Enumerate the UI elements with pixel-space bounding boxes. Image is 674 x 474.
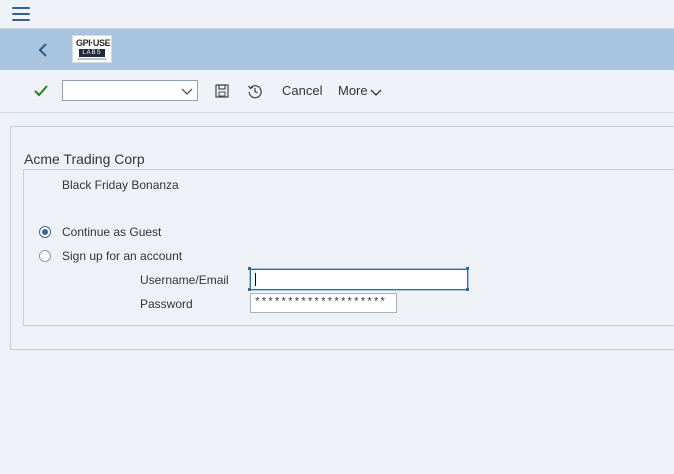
save-icon[interactable]: [215, 84, 229, 98]
company-logo: GPI·USE LABS: [72, 35, 112, 63]
menu-icon[interactable]: [12, 7, 30, 21]
logo-text: GPI·USE: [76, 38, 111, 48]
back-icon[interactable]: [34, 40, 54, 60]
radio-continue-guest[interactable]: [39, 226, 51, 238]
command-combo[interactable]: [62, 80, 198, 101]
password-label: Password: [140, 297, 193, 311]
chevron-down-icon: [181, 88, 193, 95]
check-icon[interactable]: [33, 84, 49, 98]
password-input[interactable]: ********************: [250, 293, 397, 313]
radio-continue-guest-label[interactable]: Continue as Guest: [62, 225, 161, 239]
history-icon[interactable]: [247, 83, 263, 99]
cancel-button[interactable]: Cancel: [282, 83, 322, 98]
app-toolbar: Cancel More: [0, 70, 674, 113]
company-title: Acme Trading Corp: [24, 151, 145, 167]
logo-subtext: LABS: [79, 49, 105, 57]
username-input[interactable]: [249, 268, 469, 291]
chevron-down-icon: [370, 89, 382, 96]
shell-bar: GPI·USE LABS: [0, 29, 674, 70]
radio-sign-up-label[interactable]: Sign up for an account: [62, 249, 182, 263]
password-value: ********************: [254, 297, 387, 309]
promo-text: Black Friday Bonanza: [62, 178, 179, 192]
more-label: More: [338, 83, 368, 98]
top-bar: [0, 0, 674, 29]
radio-sign-up[interactable]: [39, 250, 51, 262]
more-button[interactable]: More: [338, 83, 382, 98]
username-label: Username/Email: [140, 273, 229, 287]
